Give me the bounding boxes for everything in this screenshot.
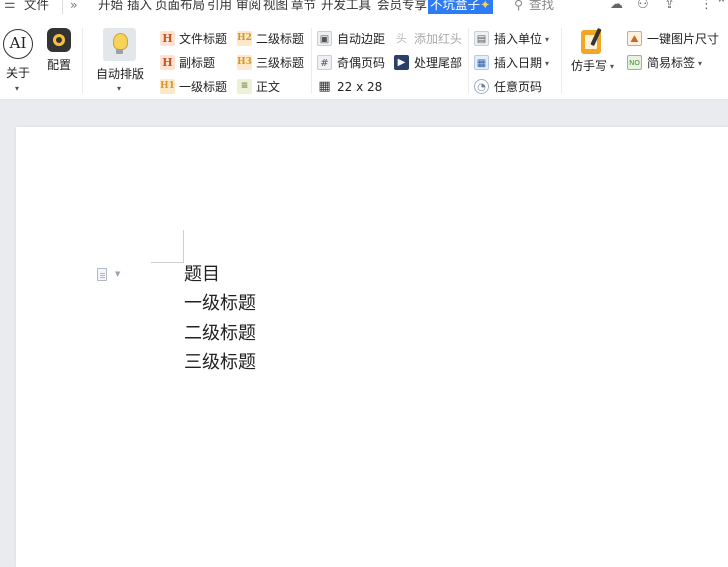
more-options-icon[interactable]: ⋮	[700, 0, 713, 14]
search-icon[interactable]: ⚲	[514, 0, 523, 14]
heading-h2-icon: H2	[237, 31, 252, 46]
menu-bar: ☰ 文件 » 开始 插入 页面布局 引用 审阅 视图 章节 开发工具 会员专享 …	[0, 0, 728, 14]
handwrite-icon	[581, 27, 605, 54]
tab-review[interactable]: 审阅	[236, 0, 261, 14]
doc-level1-line[interactable]: 一级标题	[184, 293, 256, 315]
one-click-image-size-label: 一键图片尺寸	[647, 32, 720, 46]
level3-heading-label: 三级标题	[256, 56, 305, 70]
menu-file[interactable]: 文件	[24, 0, 49, 14]
level2-heading-label: 二级标题	[256, 32, 305, 46]
any-page-number-label: 任意页码	[494, 80, 543, 94]
margin-icon: ▣	[317, 31, 332, 46]
tag-icon: NO	[627, 55, 642, 70]
search-label[interactable]: 查找	[529, 0, 554, 14]
tab-bukeng-box[interactable]: 不坑盒子✦	[428, 0, 493, 14]
page-number-circle-icon: ◔	[474, 79, 489, 94]
auto-layout-dropdown-icon[interactable]: ▾	[117, 84, 121, 93]
doc-title-label: 文件标题	[179, 32, 228, 46]
ribbon-divider	[561, 28, 562, 94]
calendar-icon: ▦	[474, 55, 489, 70]
tab-bukeng-box-label: 不坑盒子	[430, 0, 481, 12]
doc-level2-line[interactable]: 二级标题	[184, 323, 256, 345]
collapse-icon[interactable]: ⌃	[716, 0, 727, 14]
grid-icon: ▦	[318, 79, 331, 94]
tab-view[interactable]: 视图	[263, 0, 288, 14]
menu-more-icon[interactable]: »	[70, 0, 78, 14]
body-text-icon: ≡	[237, 79, 252, 94]
hamburger-icon[interactable]: ☰	[4, 0, 16, 14]
insert-date-label: 插入日期	[494, 56, 543, 70]
sparkle-icon: ✦	[480, 0, 491, 12]
about-logo-icon: AI	[3, 29, 33, 59]
tab-page-layout[interactable]: 页面布局	[155, 0, 205, 14]
simple-tag-dropdown-icon[interactable]: ▾	[698, 59, 702, 68]
about-dropdown-icon[interactable]: ▾	[15, 84, 19, 93]
auto-layout-label: 自动排版	[96, 67, 145, 81]
tab-references[interactable]: 引用	[207, 0, 232, 14]
grid-size-label: 22 x 28	[337, 80, 383, 94]
lightbulb-icon	[103, 28, 136, 61]
menu-divider	[62, 0, 63, 14]
ribbon-divider	[311, 28, 312, 94]
heading-h-icon: H	[160, 31, 175, 46]
body-text-label: 正文	[256, 80, 281, 94]
user-add-icon[interactable]: ⚇	[637, 0, 649, 14]
heading-h-icon: H	[160, 55, 175, 70]
margin-corner-mark	[151, 262, 184, 263]
heading-h3-icon: H3	[237, 55, 252, 70]
doc-level3-line[interactable]: 三级标题	[184, 352, 256, 374]
page-number-icon: #	[317, 55, 332, 70]
odd-even-page-label: 奇偶页码	[337, 56, 386, 70]
ribbon-toolbar: AI 关于 ▾ 配置 自动排版 ▾ H 文件标题 H 副标题 H1 一级标题 H…	[0, 14, 728, 100]
unit-icon: ▤	[474, 31, 489, 46]
handwrite-dropdown-icon[interactable]: ▾	[610, 62, 614, 71]
sub-title-label: 副标题	[179, 56, 216, 70]
about-label: 关于	[6, 66, 31, 80]
auto-margin-label: 自动边距	[337, 32, 386, 46]
tab-insert[interactable]: 插入	[127, 0, 152, 14]
config-icon	[47, 28, 71, 52]
process-tail-label: 处理尾部	[414, 56, 463, 70]
add-red-header-label: 添加红头	[414, 32, 463, 46]
insert-unit-dropdown-icon[interactable]: ▾	[545, 35, 549, 44]
handwrite-label: 仿手写	[571, 59, 608, 73]
ribbon-divider	[468, 28, 469, 94]
margin-corner-mark	[183, 230, 184, 263]
simple-tag-label: 简易标签	[647, 56, 696, 70]
ribbon-divider	[82, 28, 83, 94]
cloud-icon[interactable]: ☁	[610, 0, 623, 14]
tab-home[interactable]: 开始	[98, 0, 123, 14]
tail-icon: ▶	[394, 55, 409, 70]
image-resize-icon: ⛰	[627, 31, 642, 46]
document-canvas: ▼ 题目 一级标题 二级标题 三级标题	[0, 100, 728, 567]
doc-title-line[interactable]: 题目	[184, 264, 220, 286]
tab-developer[interactable]: 开发工具	[321, 0, 371, 14]
level1-heading-label: 一级标题	[179, 80, 228, 94]
paragraph-layout-icon[interactable]	[97, 268, 107, 281]
tab-chapter[interactable]: 章节	[291, 0, 316, 14]
tab-member[interactable]: 会员专享	[377, 0, 427, 14]
config-label: 配置	[47, 58, 72, 72]
heading-h1-icon: H1	[160, 79, 175, 94]
red-header-icon: 头	[396, 32, 407, 45]
document-page[interactable]: ▼ 题目 一级标题 二级标题 三级标题	[16, 127, 728, 567]
paragraph-dropdown-icon[interactable]: ▼	[115, 270, 120, 278]
share-icon[interactable]: ⇪	[664, 0, 675, 14]
insert-date-dropdown-icon[interactable]: ▾	[545, 59, 549, 68]
insert-unit-label: 插入单位	[494, 32, 543, 46]
